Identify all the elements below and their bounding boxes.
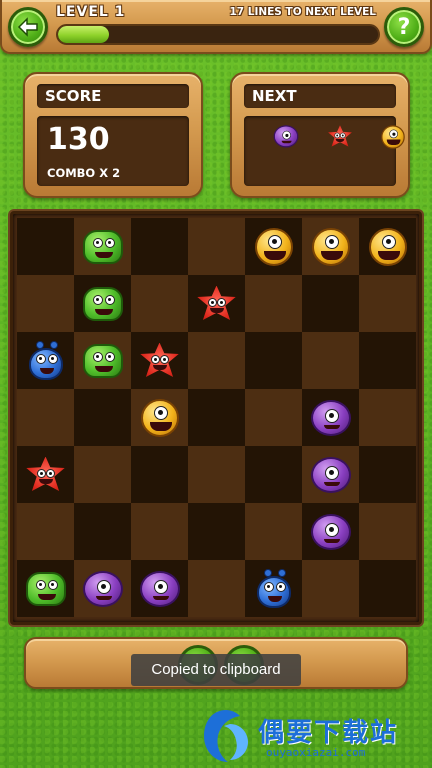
board-cell[interactable]	[188, 560, 245, 617]
board-cell[interactable]	[74, 446, 131, 503]
board-cell[interactable]	[131, 218, 188, 275]
score-value: 130	[47, 122, 110, 157]
purple-monster[interactable]	[310, 513, 351, 550]
blue-monster[interactable]	[256, 568, 291, 608]
board-cell[interactable]	[188, 275, 245, 332]
board-cell[interactable]	[359, 446, 416, 503]
next-body	[244, 116, 405, 186]
board-cell[interactable]	[302, 560, 359, 617]
level-label: LEVEL 1	[56, 4, 126, 20]
board-cell[interactable]	[131, 389, 188, 446]
board-cell[interactable]	[359, 503, 416, 560]
board-cell[interactable]	[17, 332, 74, 389]
board-cell[interactable]	[245, 275, 302, 332]
board-cell[interactable]	[17, 503, 74, 560]
board-cell[interactable]	[17, 218, 74, 275]
lines-to-next-level: 17 LINES TO NEXT LEVEL	[229, 6, 376, 18]
back-button[interactable]	[8, 7, 48, 47]
red-monster[interactable]	[197, 285, 236, 321]
board-grid	[17, 218, 417, 620]
board-cell[interactable]	[131, 332, 188, 389]
board-cell[interactable]	[302, 275, 359, 332]
orange-monster[interactable]	[254, 227, 293, 266]
board-cell[interactable]	[359, 218, 416, 275]
top-bar: LEVEL 1 17 LINES TO NEXT LEVEL ?	[0, 0, 432, 54]
board-cell[interactable]	[131, 446, 188, 503]
board-cell[interactable]	[302, 446, 359, 503]
board-cell[interactable]	[17, 560, 74, 617]
score-panel: SCORE 130 COMBO X 2	[23, 72, 203, 198]
green-monster[interactable]	[82, 229, 123, 264]
help-button[interactable]: ?	[384, 7, 424, 47]
watermark-logo-icon	[204, 710, 248, 762]
board-cell[interactable]	[245, 503, 302, 560]
board-cell[interactable]	[188, 389, 245, 446]
combo-label: COMBO X 2	[47, 166, 121, 180]
board-cell[interactable]	[74, 275, 131, 332]
board-cell[interactable]	[359, 332, 416, 389]
board-cell[interactable]	[188, 218, 245, 275]
next-piece	[328, 125, 353, 149]
watermark: 偶要下载站 ouyaoxiazai.com	[196, 702, 432, 768]
board-cell[interactable]	[245, 218, 302, 275]
game-board	[10, 211, 422, 625]
blue-monster[interactable]	[28, 340, 63, 380]
board-cell[interactable]	[74, 503, 131, 560]
board-cell[interactable]	[17, 446, 74, 503]
orange-monster[interactable]	[140, 398, 179, 437]
board-cell[interactable]	[302, 389, 359, 446]
board-cell[interactable]	[17, 389, 74, 446]
red-monster[interactable]	[140, 342, 179, 378]
watermark-title: 偶要下载站	[258, 718, 399, 748]
score-body: 130 COMBO X 2	[37, 116, 189, 186]
board-cell[interactable]	[245, 332, 302, 389]
board-cell[interactable]	[74, 560, 131, 617]
purple-monster[interactable]	[310, 399, 351, 436]
board-cell[interactable]	[17, 275, 74, 332]
board-cell[interactable]	[359, 275, 416, 332]
board-cell[interactable]	[245, 389, 302, 446]
board-cell[interactable]	[359, 560, 416, 617]
next-piece	[273, 125, 299, 149]
orange-monster	[381, 125, 405, 149]
board-cell[interactable]	[302, 332, 359, 389]
green-monster[interactable]	[82, 343, 123, 378]
board-cell[interactable]	[74, 389, 131, 446]
board-cell[interactable]	[302, 218, 359, 275]
board-cell[interactable]	[131, 503, 188, 560]
orange-monster[interactable]	[368, 227, 407, 266]
board-cell[interactable]	[131, 560, 188, 617]
score-title: SCORE	[37, 84, 189, 108]
orange-monster[interactable]	[311, 227, 350, 266]
board-cell[interactable]	[245, 560, 302, 617]
red-monster	[328, 125, 352, 147]
board-cell[interactable]	[302, 503, 359, 560]
board-cell[interactable]	[74, 218, 131, 275]
purple-monster[interactable]	[139, 570, 180, 607]
board-cell[interactable]	[188, 332, 245, 389]
help-label: ?	[397, 14, 411, 40]
board-cell[interactable]	[74, 332, 131, 389]
level-progress-fill	[58, 26, 110, 43]
arrow-left-icon	[17, 17, 38, 37]
board-cell[interactable]	[131, 275, 188, 332]
board-cell[interactable]	[359, 389, 416, 446]
next-panel: NEXT	[230, 72, 410, 198]
red-monster[interactable]	[26, 456, 65, 492]
purple-monster[interactable]	[310, 456, 351, 493]
board-cell[interactable]	[188, 503, 245, 560]
next-piece	[381, 125, 405, 149]
board-cell[interactable]	[188, 446, 245, 503]
green-monster[interactable]	[82, 286, 123, 321]
next-pieces	[266, 118, 412, 156]
level-progress-bar	[56, 24, 380, 45]
board-cell[interactable]	[245, 446, 302, 503]
purple-monster	[273, 125, 299, 148]
green-monster[interactable]	[25, 571, 66, 606]
watermark-url: ouyaoxiazai.com	[266, 746, 366, 759]
next-title: NEXT	[244, 84, 396, 108]
clipboard-toast: Copied to clipboard	[131, 654, 301, 686]
purple-monster[interactable]	[82, 570, 123, 607]
